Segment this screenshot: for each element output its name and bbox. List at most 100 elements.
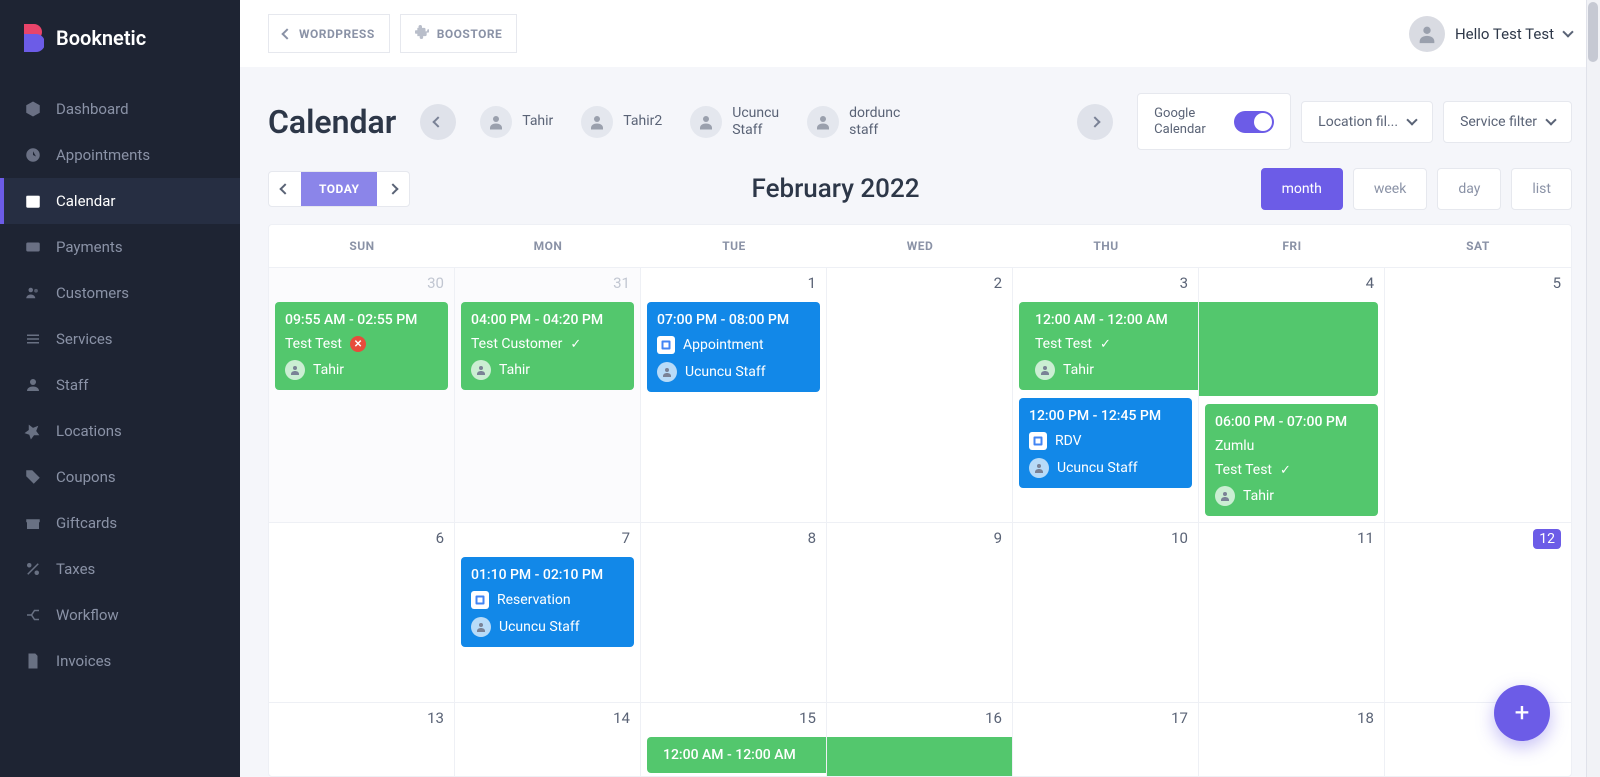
calendar-event[interactable]: 01:10 PM - 02:10 PMReservationUcuncu Sta… <box>461 557 634 647</box>
add-button[interactable]: + <box>1494 685 1550 741</box>
sidebar-item-services[interactable]: Services <box>0 316 240 362</box>
event-staff-row: Ucuncu Staff <box>471 617 624 637</box>
event-staff: Tahir <box>313 362 344 378</box>
calendar-cell[interactable]: 406:00 PM - 07:00 PMZumluTest Test✓Tahir <box>1199 268 1385 523</box>
calendar-cell[interactable]: 12 <box>1385 523 1571 703</box>
greeting-text: Hello Test Test <box>1455 25 1554 43</box>
google-calendar-toggle[interactable] <box>1234 111 1274 133</box>
calendar-cell[interactable]: 8 <box>641 523 827 703</box>
event-time: 04:00 PM - 04:20 PM <box>471 312 624 328</box>
calendar-cell[interactable]: 3009:55 AM - 02:55 PMTest Test✕Tahir <box>269 268 455 523</box>
staff-next-button[interactable] <box>1077 104 1113 140</box>
view-month[interactable]: month <box>1261 168 1343 210</box>
calendar-cell[interactable]: 6 <box>269 523 455 703</box>
calendar-cell[interactable]: 16 <box>827 703 1013 777</box>
view-list[interactable]: list <box>1511 168 1572 210</box>
day-number: 9 <box>994 529 1002 547</box>
calendar-event[interactable]: 09:55 AM - 02:55 PMTest Test✕Tahir <box>275 302 448 390</box>
event-staff-row: Ucuncu Staff <box>657 362 810 382</box>
person-icon <box>24 376 42 394</box>
sidebar-item-label: Calendar <box>56 192 116 210</box>
view-week[interactable]: week <box>1353 168 1427 210</box>
sidebar-item-invoices[interactable]: Invoices <box>0 638 240 684</box>
calendar-event[interactable]: 12:00 AM - 12:00 AMTest Test✓Tahir <box>1019 302 1198 390</box>
staff-prev-button[interactable] <box>420 104 456 140</box>
sidebar-item-locations[interactable]: Locations <box>0 408 240 454</box>
calendar-cell[interactable]: 1512:00 AM - 12:00 AM <box>641 703 827 777</box>
avatar <box>471 617 491 637</box>
calendar-event[interactable]: 07:00 PM - 08:00 PMAppointmentUcuncu Sta… <box>647 302 820 392</box>
calendar-cell[interactable]: 7 01:10 PM - 02:10 PMReservationUcuncu St… <box>455 523 641 703</box>
calendar-event[interactable]: 06:00 PM - 07:00 PMZumluTest Test✓Tahir <box>1205 404 1378 516</box>
view-day[interactable]: day <box>1437 168 1501 210</box>
user-menu[interactable]: Hello Test Test <box>1409 16 1572 52</box>
sidebar-item-label: Dashboard <box>56 100 129 118</box>
scrollbar-thumb[interactable] <box>1588 2 1598 62</box>
calendar-cell[interactable]: 18 <box>1199 703 1385 777</box>
plus-icon: + <box>1515 698 1530 728</box>
scrollbar[interactable] <box>1586 0 1600 777</box>
calendar-event[interactable] <box>827 737 1012 777</box>
staff-name: Tahir2 <box>623 113 662 130</box>
calendar-cell[interactable]: 107:00 PM - 08:00 PMAppointmentUcuncu St… <box>641 268 827 523</box>
sidebar: Booknetic Dashboard Appointments Calendar P… <box>0 0 240 777</box>
sidebar-item-taxes[interactable]: Taxes <box>0 546 240 592</box>
sidebar-item-dashboard[interactable]: Dashboard <box>0 86 240 132</box>
sidebar-item-label: Invoices <box>56 652 111 670</box>
event-time: 12:00 AM - 12:00 AM <box>663 747 816 763</box>
calendar-cell[interactable]: 13 <box>269 703 455 777</box>
event-title-row: Test Test✓ <box>1215 462 1368 478</box>
event-title: Reservation <box>497 592 571 608</box>
day-number: 31 <box>613 274 630 292</box>
location-filter[interactable]: Location fil... <box>1301 101 1433 143</box>
calendar-cell[interactable]: 11 <box>1199 523 1385 703</box>
staff-chip[interactable]: UcuncuStaff <box>690 105 779 139</box>
staff-name: Tahir <box>522 113 553 130</box>
event-title: RDV <box>1055 433 1082 449</box>
staff-strip: Tahir Tahir2 UcuncuStaff dorduncstaff <box>480 105 1053 139</box>
calendar-event[interactable]: 12:00 AM - 12:00 AM <box>647 737 826 773</box>
service-filter[interactable]: Service filter <box>1443 101 1572 143</box>
breadcrumb-wordpress[interactable]: WORDPRESS <box>268 14 390 53</box>
calendar-cell[interactable]: 3 12:00 AM - 12:00 AMTest Test✓Tahir 12:00… <box>1013 268 1199 523</box>
breadcrumb-boostore[interactable]: Boostore <box>400 14 518 53</box>
today-button[interactable]: TODAY <box>301 172 377 206</box>
sidebar-item-payments[interactable]: Payments <box>0 224 240 270</box>
sidebar-item-workflow[interactable]: Workflow <box>0 592 240 638</box>
calendar-day-header: MON <box>455 225 641 268</box>
sidebar-item-calendar[interactable]: Calendar <box>0 178 240 224</box>
day-number: 3 <box>1180 274 1188 292</box>
calendar-event[interactable]: 04:00 PM - 04:20 PMTest Customer✓Tahir <box>461 302 634 390</box>
sidebar-item-customers[interactable]: Customers <box>0 270 240 316</box>
calendar-cell[interactable]: 2 <box>827 268 1013 523</box>
cal-next-button[interactable] <box>377 175 409 203</box>
sidebar-item-appointments[interactable]: Appointments <box>0 132 240 178</box>
calendar-cell[interactable]: 5 <box>1385 268 1571 523</box>
event-time: 12:00 PM - 12:45 PM <box>1029 408 1182 424</box>
calendar-cell[interactable]: 17 <box>1013 703 1199 777</box>
calendar-cell[interactable]: 10 <box>1013 523 1199 703</box>
brand: Booknetic <box>0 0 240 76</box>
google-calendar-icon <box>1029 432 1047 450</box>
day-number: 7 <box>622 529 630 547</box>
staff-chip[interactable]: dorduncstaff <box>807 105 900 139</box>
staff-chip[interactable]: Tahir <box>480 106 553 138</box>
calendar-event[interactable]: 12:00 PM - 12:45 PMRDVUcuncu Staff <box>1019 398 1192 488</box>
status-approved-icon: ✓ <box>1280 463 1291 478</box>
event-title-row: Test Customer✓ <box>471 336 624 352</box>
event-staff: Tahir <box>1063 362 1094 378</box>
calendar-cell[interactable]: 9 <box>827 523 1013 703</box>
sidebar-item-giftcards[interactable]: Giftcards <box>0 500 240 546</box>
sidebar-item-label: Staff <box>56 376 88 394</box>
staff-chip[interactable]: Tahir2 <box>581 106 662 138</box>
sidebar-item-staff[interactable]: Staff <box>0 362 240 408</box>
calendar-icon <box>24 192 42 210</box>
calendar-cell[interactable]: 14 <box>455 703 641 777</box>
calendar-cell[interactable]: 3104:00 PM - 04:20 PMTest Customer✓Tahir <box>455 268 641 523</box>
sidebar-item-coupons[interactable]: Coupons <box>0 454 240 500</box>
event-time: 09:55 AM - 02:55 PM <box>285 312 438 328</box>
cal-prev-button[interactable] <box>269 175 301 203</box>
sidebar-item-label: Payments <box>56 238 123 256</box>
calendar-event[interactable] <box>1199 302 1378 396</box>
event-title-row: Appointment <box>657 336 810 354</box>
